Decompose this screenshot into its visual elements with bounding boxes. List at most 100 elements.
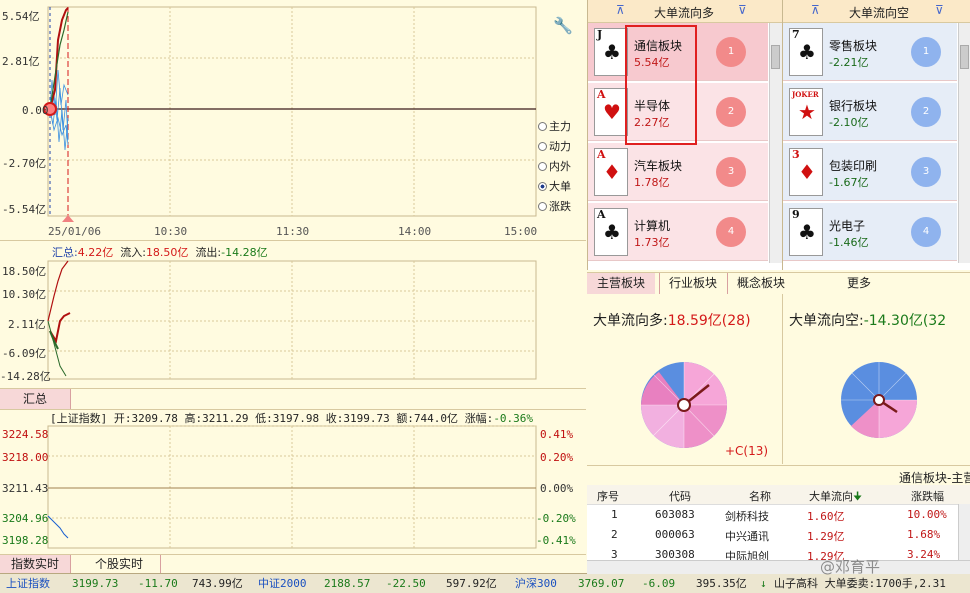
status-amount: 743.99亿 [192, 577, 243, 590]
long-dial-chart [641, 362, 727, 448]
table-scrollbar[interactable] [958, 504, 970, 560]
cell-code: 300308 [655, 548, 695, 560]
playing-card-icon: A ♣ [594, 208, 628, 256]
inflow-panel-header: ⊼ 大单流向多 ⊽ [588, 0, 782, 23]
table-row[interactable]: 2 000063 中兴通讯 1.29亿 1.68% [587, 524, 957, 544]
outflow-item[interactable]: JOKER ★ 银行板块 -2.10亿 2 [783, 83, 957, 141]
collapse-up-icon[interactable]: ⊼ [811, 3, 820, 17]
y-left-label: 3211.43 [2, 482, 49, 495]
status-change: -11.70 [138, 577, 178, 590]
cell-flow: 1.60亿 [807, 510, 845, 523]
status-amount: 395.35亿 [696, 577, 747, 590]
table-row[interactable]: 1 603083 剑桥科技 1.60亿 10.00% [587, 504, 957, 524]
long-summary-extra: +C(13) [725, 444, 769, 458]
radio-main-force[interactable]: 主力 [538, 118, 571, 134]
outflow-item[interactable]: 7 ♣ 零售板块 -2.21亿 1 [783, 23, 957, 81]
sort-down-icon: 🠋 [853, 490, 863, 503]
radio-big-order[interactable]: 大单 [538, 178, 571, 194]
cell-name: 中兴通讯 [725, 530, 769, 543]
status-index-name[interactable]: 沪深300 [515, 574, 557, 593]
y-right-label: 0.41% [540, 428, 574, 441]
radio-momentum[interactable]: 动力 [538, 138, 571, 154]
y-label: 5.54亿 [2, 10, 40, 23]
card-rank: J [597, 28, 603, 41]
table-hscrollbar[interactable] [587, 560, 970, 574]
cell-pct: 10.00% [907, 508, 947, 521]
cell-no: 1 [611, 508, 618, 521]
tab-summary[interactable]: 汇总 [0, 389, 71, 409]
card-suit: ♣ [603, 40, 621, 64]
tab-more[interactable]: 更多 [839, 273, 879, 294]
y-label: -2.70亿 [2, 157, 47, 170]
header-code[interactable]: 代码 [669, 488, 691, 504]
sector-name: 汽车板块 [634, 159, 683, 173]
radio-change[interactable]: 涨跌 [538, 198, 571, 214]
index-chart: [上证指数] 开:3209.78 高:3211.29 低:3197.98 收:3… [0, 408, 586, 553]
status-index-name[interactable]: 上证指数 [6, 574, 50, 593]
header-pct[interactable]: 涨跌幅 [911, 488, 944, 504]
x-label: 25/01/06 [48, 225, 101, 238]
inflow-item[interactable]: A ♣ 计算机 1.73亿 4 [588, 203, 768, 261]
cell-name: 中际旭创 [725, 550, 769, 560]
collapse-down-icon[interactable]: ⊽ [738, 3, 747, 17]
tab-industry-sector[interactable]: 行业板块 [659, 273, 726, 294]
rank-badge: 4 [716, 217, 746, 247]
card-suit: ♣ [603, 220, 621, 244]
radio-label: 内外 [549, 160, 571, 173]
short-summary-value: -14.30亿(32 [863, 313, 947, 329]
y-label: 10.30亿 [2, 288, 47, 301]
y-label: 0.00 [22, 104, 49, 117]
table-row[interactable]: 3 300308 中际旭创 1.29亿 3.24% [587, 544, 957, 560]
tab-main-sector[interactable]: 主营板块 [587, 273, 655, 294]
inflow-item[interactable]: A ♦ 汽车板块 1.78亿 3 [588, 143, 768, 201]
short-summary-panel: 大单流向空:-14.30亿(32 [783, 294, 970, 464]
y-label: 18.50亿 [2, 265, 47, 278]
status-price: 3769.07 [578, 577, 625, 590]
status-change: -22.50 [386, 577, 426, 590]
collapse-down-icon[interactable]: ⊽ [935, 3, 944, 17]
y-right-label: 0.00% [540, 482, 574, 495]
inflow-scrollbar[interactable] [769, 23, 782, 263]
card-suit: ♣ [798, 220, 816, 244]
y-label: -5.54亿 [2, 203, 47, 216]
card-suit: ♦ [603, 160, 621, 184]
sector-name: 光电子 [829, 219, 866, 233]
header-no[interactable]: 序号 [597, 488, 619, 504]
rank-badge: 3 [911, 157, 941, 187]
x-label: 14:00 [398, 225, 432, 238]
tab-index-realtime[interactable]: 指数实时 [0, 555, 71, 574]
outflow-scrollbar[interactable] [958, 23, 970, 263]
rank-badge: 2 [911, 97, 941, 127]
tab-concept-sector[interactable]: 概念板块 [727, 273, 794, 294]
outflow-item[interactable]: 3 ♦ 包装印刷 -1.67亿 3 [783, 143, 957, 201]
scroll-thumb[interactable] [771, 45, 780, 69]
cell-code: 603083 [655, 508, 695, 521]
status-price: 2188.57 [324, 577, 371, 590]
long-summary: 大单流向多:18.59亿(28) [593, 310, 751, 330]
y-left-label: 3224.58 [2, 428, 49, 441]
playing-card-icon: 7 ♣ [789, 28, 823, 76]
outflow-item[interactable]: 9 ♣ 光电子 -1.46亿 4 [783, 203, 957, 261]
collapse-up-icon[interactable]: ⊼ [616, 3, 625, 17]
header-name[interactable]: 名称 [749, 488, 771, 504]
x-label: 11:30 [276, 225, 310, 238]
y-label: 2.11亿 [8, 318, 46, 331]
scroll-thumb[interactable] [960, 45, 969, 69]
long-summary-label: 大单流向多: [593, 313, 668, 329]
status-change: -6.09 [642, 577, 676, 590]
playing-card-icon: A ♦ [594, 148, 628, 196]
short-summary: 大单流向空:-14.30亿(32 [789, 310, 946, 330]
radio-label: 主力 [549, 120, 571, 133]
wrench-icon[interactable]: 🔧 [553, 16, 573, 35]
sector-flow-value: -2.21亿 [829, 56, 869, 69]
y-label: 2.81亿 [2, 55, 40, 68]
sector-name: 银行板块 [829, 99, 878, 113]
status-index-name[interactable]: 中证2000 [258, 574, 307, 593]
summary-tab-strip: 汇总 [0, 388, 586, 410]
radio-inner-outer[interactable]: 内外 [538, 158, 571, 174]
sector-name: 包装印刷 [829, 159, 878, 173]
tab-stock-realtime[interactable]: 个股实时 [78, 555, 161, 574]
table-caption-bar: 通信板块-主营 [587, 466, 970, 486]
cell-name: 剑桥科技 [725, 510, 769, 523]
y-label: -6.09亿 [2, 347, 47, 360]
